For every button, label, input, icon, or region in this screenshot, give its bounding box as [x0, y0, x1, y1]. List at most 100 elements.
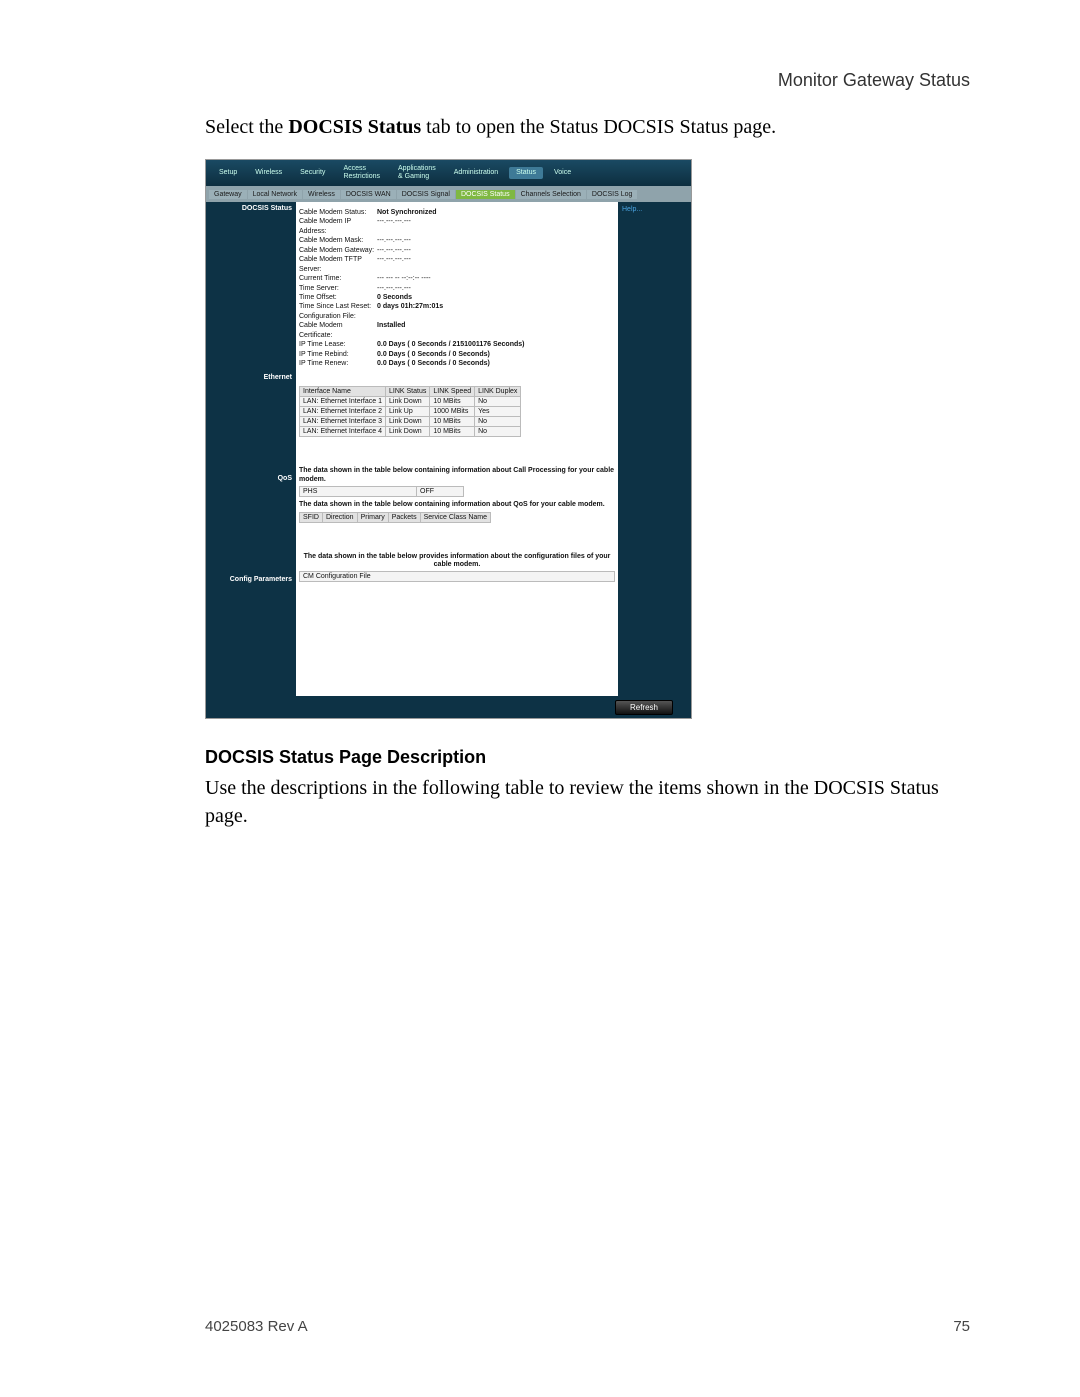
- qos-h-primary: Primary: [357, 512, 388, 522]
- status-kv-row: Cable Modem Gateway:---.---.---.---: [299, 246, 615, 255]
- help-link[interactable]: Help...: [622, 206, 642, 213]
- side-heading-ethernet: Ethernet: [206, 371, 296, 384]
- subtab-docsis-signal[interactable]: DOCSIS Signal: [397, 190, 455, 199]
- status-kv-value: ---.---.---.---: [377, 236, 615, 245]
- intro-text: Select the DOCSIS Status tab to open the…: [205, 113, 970, 141]
- qos-table: SFID Direction Primary Packets Service C…: [299, 512, 491, 523]
- top-nav: Setup Wireless Security Access Restricti…: [206, 160, 691, 186]
- status-kv-row: Cable Modem IP Address:---.---.---.---: [299, 217, 615, 236]
- status-kv-value: 0.0 Days ( 0 Seconds / 0 Seconds): [377, 359, 615, 368]
- status-kv-key: Cable Modem TFTP Server:: [299, 255, 377, 274]
- ethernet-table: Interface NameLINK StatusLINK SpeedLINK …: [299, 386, 521, 437]
- section-body: Use the descriptions in the following ta…: [205, 774, 970, 830]
- footer-doc-id: 4025083 Rev A: [205, 1318, 308, 1335]
- status-kv-row: Configuration File:: [299, 312, 615, 321]
- table-row: LAN: Ethernet Interface 4Link Down10 MBi…: [300, 427, 521, 437]
- eth-cell: Yes: [475, 407, 521, 417]
- config-note: The data shown in the table below provid…: [299, 553, 615, 570]
- qos-h-sfid: SFID: [300, 512, 323, 522]
- status-kv-value: --- --- -- --:--:-- ----: [377, 274, 615, 283]
- status-kv-value: ---.---.---.---: [377, 246, 615, 255]
- intro-bold: DOCSIS Status: [288, 116, 421, 138]
- status-kv-row: IP Time Lease:0.0 Days ( 0 Seconds / 215…: [299, 340, 615, 349]
- eth-cell: 1000 MBits: [430, 407, 475, 417]
- status-kv-key: Time Server:: [299, 284, 377, 293]
- table-row: SFID Direction Primary Packets Service C…: [300, 512, 491, 522]
- tab-voice[interactable]: Voice: [547, 167, 578, 179]
- eth-cell: LAN: Ethernet Interface 4: [300, 427, 386, 437]
- phs-label: PHS: [300, 487, 417, 497]
- status-kv-row: Cable Modem TFTP Server:---.---.---.---: [299, 255, 615, 274]
- tab-applications-gaming[interactable]: Applications & Gaming: [391, 164, 443, 181]
- eth-header: LINK Speed: [430, 387, 475, 397]
- table-row: CM Configuration File: [300, 572, 615, 582]
- qos-h-packets: Packets: [388, 512, 420, 522]
- subtab-local-network[interactable]: Local Network: [248, 190, 302, 199]
- table-row: LAN: Ethernet Interface 1Link Down10 MBi…: [300, 397, 521, 407]
- status-kv-value: Not Synchronized: [377, 208, 615, 217]
- status-kv-value: [377, 312, 615, 321]
- status-kv-row: Time Offset:0 Seconds: [299, 293, 615, 302]
- eth-cell: LAN: Ethernet Interface 2: [300, 407, 386, 417]
- section-heading: DOCSIS Status Page Description: [205, 747, 970, 768]
- subtab-gateway[interactable]: Gateway: [209, 190, 247, 199]
- tab-wireless[interactable]: Wireless: [248, 167, 289, 179]
- tab-security[interactable]: Security: [293, 167, 332, 179]
- help-column: Help...: [618, 202, 691, 696]
- subtab-docsis-log[interactable]: DOCSIS Log: [587, 190, 637, 199]
- eth-header: LINK Status: [386, 387, 430, 397]
- eth-header: Interface Name: [300, 387, 386, 397]
- subtab-docsis-status[interactable]: DOCSIS Status: [456, 190, 515, 199]
- status-kv-block: Cable Modem Status:Not SynchronizedCable…: [299, 208, 615, 368]
- status-kv-key: Cable Modem Status:: [299, 208, 377, 217]
- intro-pre: Select the: [205, 116, 288, 138]
- table-row: PHSOFF: [300, 487, 464, 497]
- eth-cell: Link Down: [386, 427, 430, 437]
- side-heading-qos: QoS: [206, 472, 296, 485]
- tab-access-restrictions[interactable]: Access Restrictions: [336, 164, 387, 181]
- eth-cell: 10 MBits: [430, 427, 475, 437]
- table-row: Interface NameLINK StatusLINK SpeedLINK …: [300, 387, 521, 397]
- status-kv-key: Cable Modem Mask:: [299, 236, 377, 245]
- status-kv-row: Cable Modem Mask:---.---.---.---: [299, 236, 615, 245]
- footer-page-number: 75: [953, 1318, 970, 1335]
- gateway-ui-screenshot: Setup Wireless Security Access Restricti…: [205, 159, 692, 719]
- refresh-button[interactable]: Refresh: [615, 700, 673, 715]
- phs-value: OFF: [417, 487, 464, 497]
- side-heading-docsis-status: DOCSIS Status: [206, 202, 296, 215]
- status-kv-key: Cable Modem IP Address:: [299, 217, 377, 236]
- table-row: LAN: Ethernet Interface 3Link Down10 MBi…: [300, 417, 521, 427]
- qos-note-1: The data shown in the table below contai…: [299, 467, 615, 484]
- status-kv-row: Cable Modem Certificate:Installed: [299, 321, 615, 340]
- eth-cell: Link Down: [386, 397, 430, 407]
- qos-h-service-class: Service Class Name: [420, 512, 490, 522]
- tab-status[interactable]: Status: [509, 167, 543, 179]
- status-kv-value: 0 days 01h:27m:01s: [377, 302, 615, 311]
- page-footer: 4025083 Rev A 75: [205, 1318, 970, 1335]
- status-kv-row: Cable Modem Status:Not Synchronized: [299, 208, 615, 217]
- eth-cell: LAN: Ethernet Interface 1: [300, 397, 386, 407]
- status-kv-value: 0 Seconds: [377, 293, 615, 302]
- status-kv-row: Time Since Last Reset:0 days 01h:27m:01s: [299, 302, 615, 311]
- status-kv-key: Time Since Last Reset:: [299, 302, 377, 311]
- subtab-wireless[interactable]: Wireless: [303, 190, 340, 199]
- status-kv-row: IP Time Rebind:0.0 Days ( 0 Seconds / 0 …: [299, 350, 615, 359]
- status-kv-value: ---.---.---.---: [377, 284, 615, 293]
- side-column: DOCSIS Status Ethernet QoS Config Parame…: [206, 202, 296, 696]
- status-kv-row: Current Time:--- --- -- --:--:-- ----: [299, 274, 615, 283]
- content-column: Cable Modem Status:Not SynchronizedCable…: [296, 202, 618, 696]
- subtab-docsis-wan[interactable]: DOCSIS WAN: [341, 190, 396, 199]
- tab-setup[interactable]: Setup: [212, 167, 244, 179]
- status-kv-value: ---.---.---.---: [377, 217, 615, 236]
- subtab-channels-selection[interactable]: Channels Selection: [516, 190, 586, 199]
- tab-administration[interactable]: Administration: [447, 167, 505, 179]
- eth-cell: No: [475, 417, 521, 427]
- page-header-right: Monitor Gateway Status: [205, 70, 970, 91]
- status-kv-key: Configuration File:: [299, 312, 377, 321]
- eth-cell: No: [475, 427, 521, 437]
- eth-cell: No: [475, 397, 521, 407]
- qos-note-2: The data shown in the table below contai…: [299, 501, 615, 509]
- eth-cell: 10 MBits: [430, 397, 475, 407]
- eth-header: LINK Duplex: [475, 387, 521, 397]
- eth-cell: Link Down: [386, 417, 430, 427]
